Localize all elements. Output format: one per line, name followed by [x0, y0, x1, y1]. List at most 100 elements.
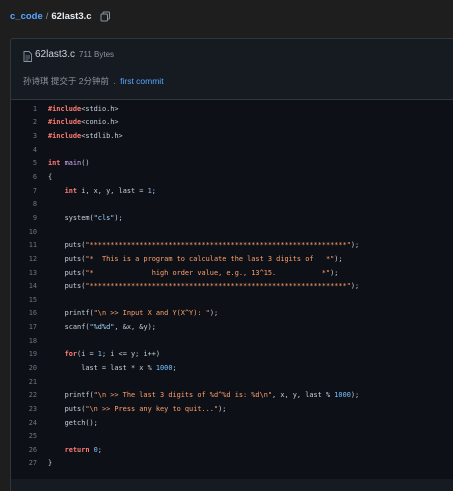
code-token: "***************************************… — [85, 282, 351, 291]
code-lines: 1 #include<stdio.h> 2 #include<conio.h> 3 #in… — [11, 102, 360, 471]
file-name: 62last3.c — [35, 48, 76, 60]
line-number: 2 — [32, 118, 37, 127]
code-viewer: 1 #include<stdio.h> 2 #include<conio.h> 3 #in… — [11, 99, 453, 479]
code-line: 10 — [11, 225, 359, 239]
code-line: 18 — [11, 334, 359, 348]
code-token: , &x, &y); — [114, 323, 156, 332]
code-text: puts("**********************************… — [37, 241, 360, 250]
code-token: ); — [330, 268, 339, 277]
code-token: "\n >> Input X and Y(X^Y): " — [93, 309, 210, 318]
code-line: 13 puts("* high order value, e.g., 13^15… — [11, 266, 359, 280]
code-token: ); — [209, 309, 219, 318]
code-token: 1000 — [334, 391, 351, 400]
line-number: 7 — [32, 186, 37, 195]
code-text: puts("* This is a program to calculate t… — [37, 255, 343, 263]
code-token: ; — [151, 186, 156, 195]
breadcrumb: c_code / 62last3.c — [10, 9, 111, 23]
code-line: 2 #include<conio.h> — [11, 116, 359, 130]
code-token: <stdlib.h> — [81, 132, 123, 141]
code-line: 21 — [11, 375, 359, 389]
code-token: ; — [172, 363, 177, 372]
code-token: main — [64, 159, 82, 168]
line-number: 4 — [32, 145, 37, 154]
code-token: int — [48, 186, 82, 195]
code-line: 1 #include<stdio.h> — [11, 102, 359, 116]
code-line: 5 int main() — [11, 157, 359, 171]
line-number: 10 — [28, 227, 37, 236]
code-token: for — [48, 350, 78, 359]
code-token: int — [48, 159, 65, 168]
line-number: 25 — [28, 432, 37, 441]
code-token: 1000 — [155, 363, 173, 372]
line-number: 26 — [28, 445, 37, 454]
code-line: 19 for(i = 1; i <= y; i++) — [11, 348, 359, 362]
code-token: puts( — [48, 254, 86, 263]
commit-dot: . — [113, 76, 116, 86]
breadcrumb-repo-link[interactable]: c_code — [10, 11, 43, 22]
line-number: 24 — [28, 418, 37, 427]
code-token: "\n >> The last 3 digits of %d^%d is: %d… — [93, 391, 273, 400]
code-token: ; i <= y; i++) — [101, 350, 161, 359]
code-token: ); — [350, 282, 360, 291]
code-token: puts( — [48, 404, 86, 413]
line-number: 23 — [28, 404, 37, 413]
code-token: ; — [97, 445, 102, 454]
code-token: { — [48, 173, 53, 182]
commit-info: 孙诗琪 提交于 2分钟前 . first commit — [23, 75, 164, 87]
line-number: 14 — [28, 282, 37, 291]
code-token: scanf( — [48, 323, 90, 332]
copy-icon[interactable] — [100, 11, 111, 22]
code-line: 17 scanf("%d%d", &x, &y); — [11, 320, 359, 334]
file-icon — [23, 49, 32, 62]
code-token: #include — [48, 118, 82, 127]
code-line: 23 puts("\n >> Press any key to quit..."… — [11, 402, 359, 416]
code-token: printf( — [48, 391, 94, 400]
code-token: ); — [114, 213, 123, 222]
line-number: 5 — [32, 159, 37, 168]
code-token: i, x, y, last = — [81, 186, 148, 195]
code-token: puts( — [48, 282, 86, 291]
line-number: 8 — [32, 200, 37, 209]
commit-message-link[interactable]: first commit — [120, 76, 163, 86]
commit-author[interactable]: 孙诗琪 — [23, 76, 49, 86]
line-number: 27 — [28, 459, 37, 468]
code-text: return 0; — [37, 446, 102, 454]
code-token: ); — [350, 391, 360, 400]
file-size: 711 Bytes — [79, 49, 115, 59]
line-number: 21 — [28, 377, 37, 386]
line-number: 12 — [28, 254, 37, 263]
code-text: printf("\n >> Input X and Y(X^Y): "); — [37, 309, 219, 318]
line-number: 20 — [28, 363, 37, 372]
line-number: 17 — [28, 323, 37, 332]
code-text: #include<conio.h> — [37, 118, 119, 126]
code-line: 16 printf("\n >> Input X and Y(X^Y): "); — [11, 307, 359, 321]
code-line: 6{ — [11, 170, 359, 184]
code-token: system( — [48, 213, 94, 222]
code-text: #include<stdlib.h> — [37, 132, 123, 140]
code-line: 4 — [11, 143, 359, 157]
line-number: 19 — [28, 350, 37, 359]
code-text: puts("**********************************… — [37, 282, 360, 291]
code-token: #include — [48, 132, 82, 141]
code-token: "* high order value, e.g., 13^15. *" — [85, 268, 331, 277]
code-text: system("cls"); — [37, 214, 123, 222]
code-token: } — [48, 459, 53, 468]
code-line: 3 #include<stdlib.h> — [11, 129, 359, 143]
line-number: 9 — [32, 213, 37, 222]
code-token: ); — [334, 254, 343, 263]
code-line: 20 last = last * x % 1000; — [11, 361, 359, 375]
code-text: getch(); — [37, 419, 98, 427]
line-number: 3 — [32, 132, 37, 141]
code-token: ); — [218, 404, 227, 413]
code-line: 14 puts("*******************************… — [11, 279, 359, 293]
code-token: last = last * x % — [48, 363, 156, 372]
code-line: 9 system("cls"); — [11, 211, 359, 225]
code-line: 12 puts("* This is a program to calculat… — [11, 252, 359, 266]
code-text: last = last * x % 1000; — [37, 363, 177, 372]
code-text: #include<stdio.h> — [37, 105, 119, 113]
line-number: 16 — [28, 309, 37, 318]
code-token: ); — [350, 241, 360, 250]
code-line: 27} — [11, 457, 359, 471]
code-token: , x, y, last % — [272, 391, 335, 400]
code-line: 15 — [11, 293, 359, 307]
